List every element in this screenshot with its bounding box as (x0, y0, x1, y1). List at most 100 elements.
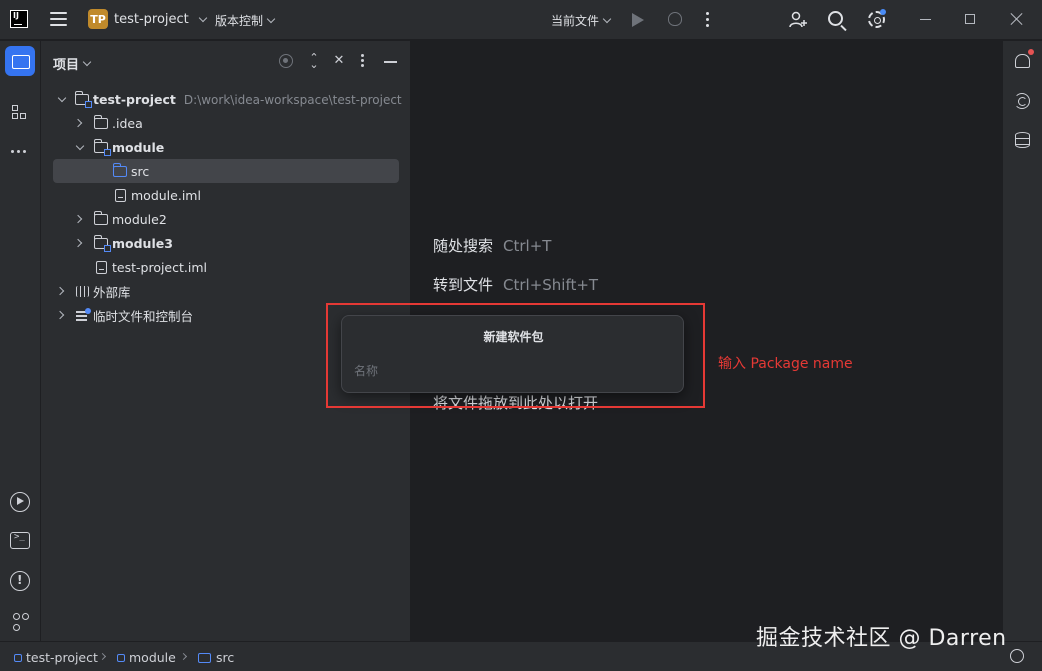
tree-item-module2[interactable]: module2 (41, 207, 411, 231)
add-user-icon[interactable] (788, 10, 808, 30)
tree-item-src[interactable]: src (53, 159, 399, 183)
source-folder-icon (198, 652, 211, 663)
collapse-arrow-icon[interactable] (55, 286, 65, 296)
tree-item-label: test-project (93, 91, 176, 107)
project-panel-title: 项目 (53, 58, 80, 73)
problems-icon[interactable] (10, 571, 30, 591)
notifications-bell-icon[interactable] (1015, 49, 1034, 68)
vcs-widget[interactable]: 版本控制 (215, 12, 276, 29)
breadcrumb-label: src (216, 650, 235, 665)
more-actions-icon[interactable] (706, 12, 710, 32)
scratch-icon (76, 308, 91, 321)
tree-item-path: D:\work\idea-workspace\test-project (183, 92, 402, 107)
services-run-icon[interactable] (10, 492, 30, 512)
chevron-down-icon (82, 57, 92, 67)
project-tree: test-project D:\work\idea-workspace\test-… (41, 87, 411, 327)
intellij-logo-icon[interactable]: IJ (10, 10, 28, 28)
collapse-arrow-icon[interactable] (55, 310, 65, 320)
breadcrumb-separator-icon (179, 652, 188, 661)
tree-item-label: module (112, 139, 165, 155)
hint-shortcut: Ctrl+T (503, 237, 552, 255)
chevron-down-icon (602, 14, 612, 24)
breadcrumb-separator-icon (98, 652, 107, 661)
tree-item-label: module3 (112, 235, 173, 251)
structure-icon[interactable] (12, 105, 28, 121)
run-config-label: 当前文件 (551, 14, 600, 28)
more-tools-icon[interactable] (11, 150, 26, 153)
collapse-arrow-icon[interactable] (73, 214, 83, 224)
breadcrumb-label: module (129, 650, 176, 665)
module-icon (117, 653, 125, 662)
project-view-selector[interactable]: 项目 (53, 54, 92, 73)
minimize-icon[interactable] (920, 19, 931, 20)
tree-item-label: module2 (112, 211, 167, 227)
collapse-all-icon[interactable]: ✕ (332, 54, 346, 68)
tree-item-label: src (131, 163, 150, 179)
breadcrumb-test-project[interactable]: test-project (14, 650, 98, 665)
source-folder-icon (112, 163, 127, 177)
expand-arrow-icon[interactable] (57, 93, 67, 102)
breadcrumb-label: test-project (26, 650, 98, 665)
hint-label: 随处搜索 (433, 237, 494, 255)
tree-item-label: 临时文件和控制台 (93, 308, 194, 324)
tree-item-external-libraries[interactable]: 外部库 (41, 279, 411, 303)
tree-item-module3[interactable]: module3 (41, 231, 411, 255)
file-icon (96, 261, 107, 274)
maximize-icon[interactable] (965, 14, 975, 24)
database-icon[interactable] (1014, 132, 1030, 148)
search-icon[interactable] (828, 11, 843, 26)
project-badge: TP (88, 9, 108, 29)
left-tool-strip (0, 41, 41, 641)
tree-item-module[interactable]: module (41, 135, 411, 159)
breadcrumb-module[interactable]: module (117, 650, 176, 665)
chevron-down-icon (198, 13, 208, 22)
project-name: test-project (114, 11, 189, 27)
project-widget[interactable]: TP test-project (88, 9, 208, 29)
panel-options-icon[interactable] (361, 54, 365, 68)
run-icon[interactable] (632, 13, 644, 27)
update-badge (880, 9, 886, 15)
feedback-face-icon[interactable] (1010, 649, 1024, 663)
collapse-arrow-icon[interactable] (73, 238, 83, 248)
breadcrumb-src[interactable]: src (198, 650, 234, 665)
hint-label: 转到文件 (433, 276, 494, 294)
file-icon (115, 189, 126, 202)
select-opened-file-icon[interactable] (279, 54, 293, 68)
expand-arrow-icon[interactable] (75, 141, 85, 150)
tree-item-label: 外部库 (93, 284, 131, 300)
git-branch-icon[interactable] (10, 611, 30, 631)
hint-search-everywhere: 随处搜索 Ctrl+T (433, 235, 551, 256)
module-icon (14, 653, 22, 662)
collapse-arrow-icon[interactable] (73, 118, 83, 128)
module-folder-icon (93, 235, 111, 252)
expand-all-icon[interactable]: ⌃ ⌄ (307, 52, 321, 70)
chevron-down-icon (266, 14, 276, 24)
project-tool-folder-icon[interactable] (5, 46, 35, 76)
vcs-label: 版本控制 (215, 14, 264, 28)
annotation-text: 输入 Package name (718, 356, 853, 372)
folder-icon (93, 211, 108, 225)
hide-panel-icon[interactable] (384, 61, 397, 63)
close-icon[interactable] (1010, 12, 1024, 26)
watermark: 掘金技术社区 @ Darren (756, 626, 1007, 651)
tree-item-idea[interactable]: .idea (41, 111, 411, 135)
annotation-highlight-box (326, 303, 705, 408)
tree-item-label: .idea (112, 115, 143, 131)
tree-item-test-project-iml[interactable]: test-project.iml (41, 255, 411, 279)
module-folder-icon (74, 91, 92, 108)
tree-item-label: module.iml (131, 187, 201, 203)
tree-item-module-iml[interactable]: module.iml (41, 183, 411, 207)
library-icon (76, 286, 89, 297)
terminal-icon[interactable] (10, 532, 30, 549)
hint-goto-file: 转到文件 Ctrl+Shift+T (433, 274, 598, 295)
run-config-selector[interactable]: 当前文件 (551, 12, 612, 29)
tree-item-label: test-project.iml (112, 259, 207, 275)
right-tool-strip (1002, 41, 1042, 641)
hint-shortcut: Ctrl+Shift+T (503, 276, 599, 294)
title-bar: IJ TP test-project 版本控制 当前文件 (0, 0, 1042, 40)
main-menu-icon[interactable] (50, 12, 67, 26)
project-panel-header: 项目 ⌃ ⌄ ✕ (41, 41, 411, 83)
tree-item-test-project[interactable]: test-project D:\work\idea-workspace\test-… (41, 87, 411, 111)
ai-assistant-icon[interactable] (1014, 93, 1030, 109)
debug-icon[interactable] (668, 12, 682, 26)
